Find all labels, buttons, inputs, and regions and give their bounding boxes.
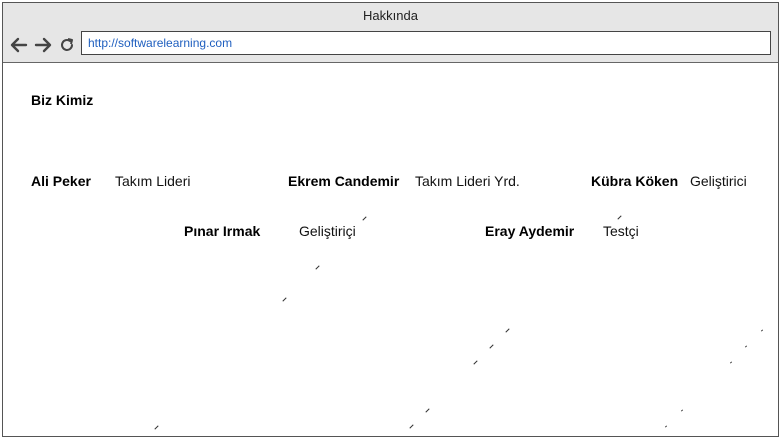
stray-mark <box>315 265 320 270</box>
reload-icon[interactable] <box>57 35 77 55</box>
team-member-name: Ali Peker <box>31 173 91 189</box>
team-member-role: Takım Lideri <box>115 173 191 189</box>
stray-mark <box>282 297 287 302</box>
stray-mark <box>760 329 764 332</box>
stray-mark <box>473 360 478 365</box>
stray-mark <box>425 408 430 413</box>
forward-arrow-icon[interactable] <box>33 35 53 55</box>
stray-mark <box>362 216 367 221</box>
stray-mark <box>505 328 510 333</box>
stray-mark <box>409 424 414 429</box>
team-member-role: Takım Lideri Yrd. <box>415 173 520 189</box>
team-member-name: Ekrem Candemir <box>288 173 400 189</box>
team-member-role: Geliştirici <box>690 173 747 189</box>
back-arrow-icon[interactable] <box>9 35 29 55</box>
stray-mark <box>680 409 684 412</box>
browser-window: Hakkında http://softwarelearning.com Biz… <box>2 2 779 437</box>
stray-mark <box>729 361 733 364</box>
team-member-name: Pınar Irmak <box>184 223 261 239</box>
team-member-role: Testçi <box>603 223 639 239</box>
stray-mark <box>617 215 622 220</box>
stray-mark <box>664 425 668 428</box>
page-heading: Biz Kimiz <box>31 92 94 108</box>
team-member-role: Geliştiriçi <box>299 223 356 239</box>
page-content: Biz Kimiz Ali Peker Takım Lideri Ekrem C… <box>3 63 778 436</box>
stray-mark <box>489 344 494 349</box>
team-member-name: Eray Aydemir <box>485 223 575 239</box>
stray-mark <box>744 345 748 348</box>
team-member-name: Kübra Köken <box>591 173 679 189</box>
browser-toolbar: http://softwarelearning.com <box>3 29 778 63</box>
stray-mark <box>154 425 159 430</box>
address-bar[interactable]: http://softwarelearning.com <box>81 31 771 55</box>
window-title: Hakkında <box>3 3 778 29</box>
